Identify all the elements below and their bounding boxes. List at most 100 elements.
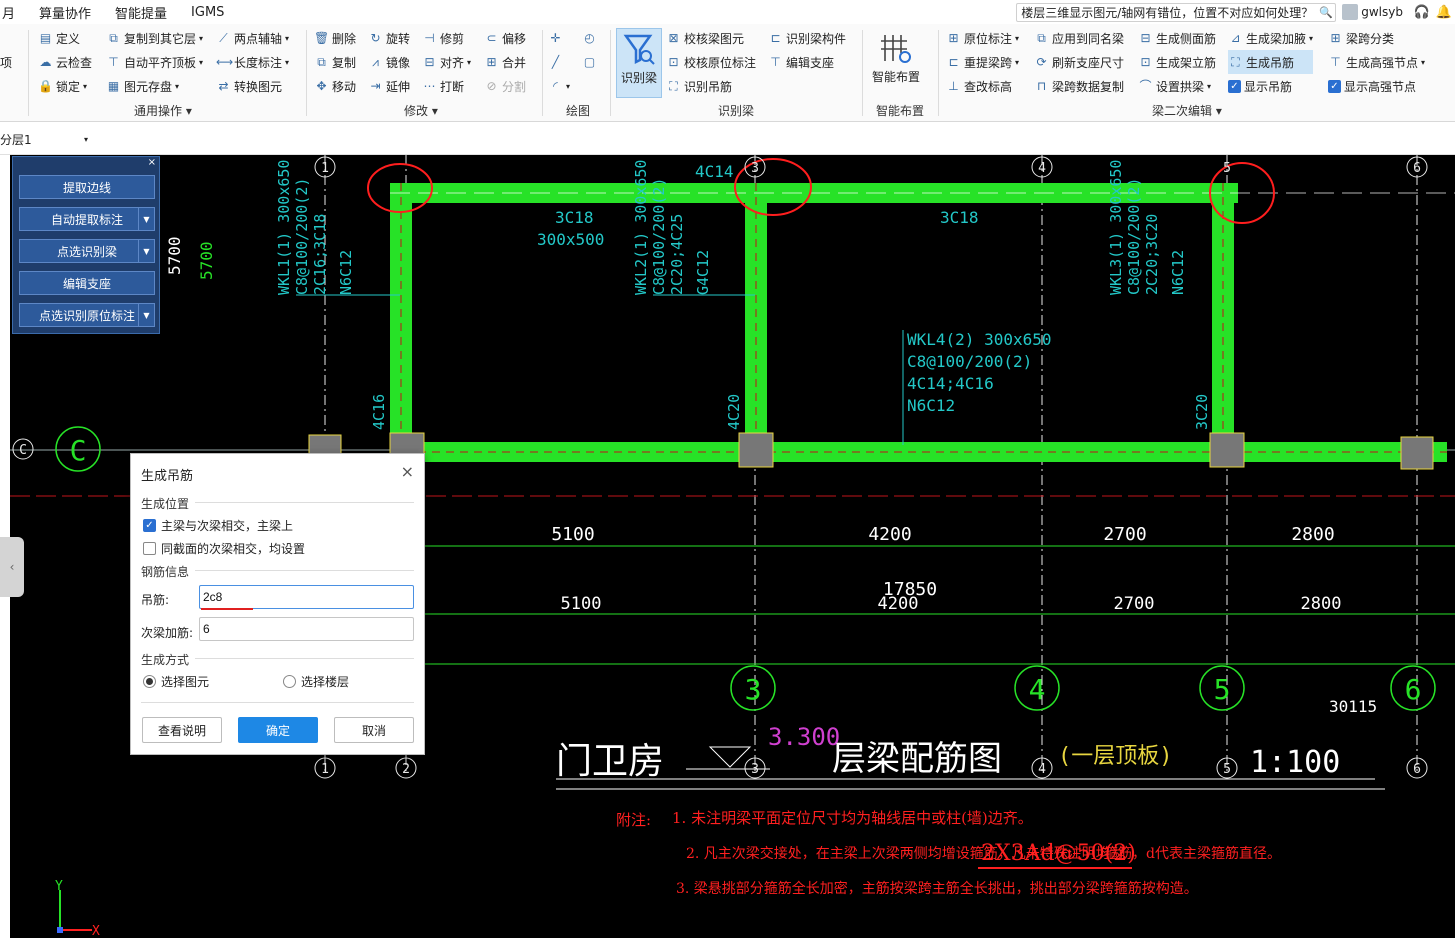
length-dim-button[interactable]: ⟷ 长度标注 ▾ bbox=[216, 50, 289, 74]
identify-beam-component-button[interactable]: ⊏ 识别梁构件 bbox=[768, 26, 846, 50]
identify-beam-button[interactable]: 识别梁 bbox=[616, 28, 662, 98]
menu-item-igms[interactable]: IGMS bbox=[179, 5, 236, 20]
dim-row2: 5100 bbox=[561, 594, 602, 614]
hanger-input[interactable] bbox=[199, 585, 414, 609]
close-icon[interactable]: × bbox=[148, 157, 156, 168]
split-button[interactable]: ⊘ 分割 bbox=[484, 74, 526, 98]
menu-item-smart[interactable]: 智能提量 bbox=[103, 3, 179, 22]
draw-line-button[interactable]: ╱ bbox=[548, 50, 570, 74]
gen-side-rebar-button[interactable]: ⊟ 生成侧面筋 bbox=[1138, 26, 1216, 50]
show-hs-node-checkbox[interactable]: ✓ 显示高强节点 bbox=[1328, 74, 1425, 98]
group-label-general: 通用操作 ▾ bbox=[134, 104, 192, 118]
pick-identify-beam-button[interactable]: 点选识别梁 ▼ bbox=[19, 239, 155, 263]
rotate-button[interactable]: ↻ 旋转 bbox=[368, 26, 410, 50]
dim-5700-white: 5700 bbox=[165, 236, 184, 275]
axis-label-top: 3 bbox=[751, 161, 759, 176]
extend-button[interactable]: ⇥ 延伸 bbox=[368, 74, 410, 98]
smart-layout-button[interactable]: 智能布置 bbox=[868, 28, 924, 98]
convert-element-button[interactable]: ⇄ 转换图元 bbox=[216, 74, 289, 98]
wkl1-line2: C8@100/200(2) bbox=[293, 178, 311, 295]
edit-support-panel-button[interactable]: 编辑支座 bbox=[19, 271, 155, 295]
panel-collapse-tab[interactable]: ‹ bbox=[0, 537, 24, 597]
beam-centerlines bbox=[390, 183, 1447, 462]
checkbox-main-secondary[interactable]: ✓ 主梁与次梁相交，主梁上 bbox=[143, 517, 293, 534]
show-hanger-checkbox[interactable]: ✓ 显示吊筋 bbox=[1228, 74, 1313, 98]
close-icon[interactable]: × bbox=[401, 462, 414, 481]
auto-align-top-button[interactable]: ⊤ 自动平齐顶板 ▾ bbox=[106, 50, 203, 74]
define-button[interactable]: ▤ 定义 bbox=[38, 26, 92, 50]
gen-hs-node-button[interactable]: ⊤ 生成高强节点 ▾ bbox=[1328, 50, 1425, 74]
opt-same-section-label: 同截面的次梁相交，均设置 bbox=[161, 542, 306, 556]
extra-rebar-input[interactable] bbox=[199, 617, 414, 641]
check-inplace-mark-button[interactable]: ⊡ 校核原位标注 bbox=[666, 50, 756, 74]
search-icon[interactable]: 🔍 bbox=[1317, 6, 1335, 19]
help-button[interactable]: 查看说明 bbox=[142, 717, 222, 743]
radio-select-floor[interactable]: 选择楼层 bbox=[283, 673, 349, 690]
delete-button[interactable]: 🗑 删除 bbox=[314, 26, 356, 50]
user-account[interactable]: gwlsyb bbox=[1342, 4, 1403, 20]
chevron-down-icon[interactable]: ▼ bbox=[138, 208, 154, 230]
help-search-input[interactable]: 楼层三维显示图元/轴网有错位，位置不对应如何处理？ 🔍 bbox=[1016, 2, 1337, 22]
auto-extract-mark-button[interactable]: 自动提取标注 ▼ bbox=[19, 207, 155, 231]
inplace-mark-button[interactable]: ⊞ 原位标注 ▾ bbox=[946, 26, 1019, 50]
align-label: 对齐 bbox=[440, 55, 465, 70]
copy-to-floor-button[interactable]: ⧉ 复制到其它层 ▾ bbox=[106, 26, 203, 50]
set-arch-beam-button[interactable]: ⌒ 设置拱梁 ▾ bbox=[1138, 74, 1216, 98]
check-mark-icon: ⊡ bbox=[668, 55, 679, 69]
gen-hanger-button[interactable]: ⛶ 生成吊筋 bbox=[1228, 50, 1314, 74]
mirror-icon: ⩘ bbox=[372, 55, 379, 69]
menu-item-collab[interactable]: 算量协作 bbox=[27, 3, 103, 22]
draw-point-button[interactable]: ✛ bbox=[548, 26, 570, 50]
check-beam-element-button[interactable]: ⊠ 校核梁图元 bbox=[666, 26, 756, 50]
extend-label: 延伸 bbox=[386, 79, 411, 94]
reextract-span-button[interactable]: ⊏ 重提梁跨 ▾ bbox=[946, 50, 1019, 74]
ribbon-cut-item[interactable]: 项 bbox=[0, 50, 12, 74]
elevation-value: 3.300 bbox=[768, 723, 840, 751]
gen-haunch-button[interactable]: ⊿ 生成梁加腋 ▾ bbox=[1228, 26, 1313, 50]
apply-same-name-button[interactable]: ⧉ 应用到同名梁 bbox=[1034, 26, 1124, 50]
span-classify-button[interactable]: ⊞ 梁跨分类 bbox=[1328, 26, 1425, 50]
radio-select-element[interactable]: 选择图元 bbox=[143, 673, 209, 690]
copy-button[interactable]: ⧉ 复制 bbox=[314, 50, 356, 74]
extract-edge-button[interactable]: 提取边线 bbox=[19, 175, 155, 199]
wkl4-line2: C8@100/200(2) bbox=[907, 352, 1032, 371]
ok-button[interactable]: 确定 bbox=[238, 717, 318, 743]
pick-identify-inplace-button[interactable]: 点选识别原位标注 ▼ bbox=[19, 303, 155, 327]
trim-button[interactable]: ⊣ 修剪 bbox=[422, 26, 471, 50]
lock-button[interactable]: 🔒 锁定 ▾ bbox=[38, 74, 92, 98]
floor-select[interactable]: 分层1 ▾ bbox=[0, 129, 92, 149]
auto-extract-mark-label: 自动提取标注 bbox=[50, 212, 123, 227]
headset-icon[interactable]: 🎧 bbox=[1411, 5, 1433, 20]
opt-main-secondary-label: 主梁与次梁相交，主梁上 bbox=[161, 519, 294, 533]
define-label: 定义 bbox=[56, 31, 81, 46]
identify-hanger-button[interactable]: ⛶ 识别吊筋 bbox=[666, 74, 756, 98]
draw-arc-button[interactable]: ◜ ▾ bbox=[548, 74, 570, 98]
refresh-support-button[interactable]: ⟳ 刷新支座尺寸 bbox=[1034, 50, 1124, 74]
element-save-button[interactable]: ▦ 图元存盘 ▾ bbox=[106, 74, 203, 98]
gen-erect-rebar-button[interactable]: ⊡ 生成架立筋 bbox=[1138, 50, 1216, 74]
side-label-4c20: 4C20 bbox=[725, 394, 743, 430]
merge-button[interactable]: ⊞ 合并 bbox=[484, 50, 526, 74]
chevron-down-icon[interactable]: ▼ bbox=[138, 304, 154, 326]
checkbox-checked-icon: ✓ bbox=[143, 519, 156, 532]
draw-rect-button[interactable]: ▢ bbox=[582, 50, 597, 74]
cancel-button[interactable]: 取消 bbox=[334, 717, 414, 743]
edit-elevation-button[interactable]: ⊥ 查改标高 bbox=[946, 74, 1019, 98]
cloud-check-button[interactable]: ☁ 云检查 bbox=[38, 50, 93, 74]
bell-icon[interactable]: 🔔 bbox=[1433, 5, 1455, 20]
align-button[interactable]: ⊟ 对齐 ▾ bbox=[422, 50, 471, 74]
mirror-button[interactable]: ⩘ 镜像 bbox=[368, 50, 410, 74]
inplace-mark-label: 原位标注 bbox=[964, 31, 1013, 46]
chevron-down-icon[interactable]: ▼ bbox=[138, 240, 154, 262]
edit-support-button[interactable]: ⊤ 编辑支座 bbox=[768, 50, 846, 74]
move-button[interactable]: ✥ 移动 bbox=[314, 74, 356, 98]
menu-item-cut[interactable]: 月 bbox=[0, 3, 27, 22]
draw-circle-button[interactable]: ◴ bbox=[582, 26, 597, 50]
beam-label-3c18b: 3C18 bbox=[940, 208, 979, 227]
break-button[interactable]: ⋯ 打断 bbox=[422, 74, 471, 98]
span-copy-button[interactable]: ⊓ 梁跨数据复制 bbox=[1034, 74, 1124, 98]
offset-button[interactable]: ⊂ 偏移 bbox=[484, 26, 526, 50]
checkbox-same-section[interactable]: 同截面的次梁相交，均设置 bbox=[143, 540, 305, 557]
two-point-axis-button[interactable]: ⟋ 两点辅轴 ▾ bbox=[216, 26, 289, 50]
wkl2-line2: C8@100/200(2) bbox=[650, 178, 668, 295]
